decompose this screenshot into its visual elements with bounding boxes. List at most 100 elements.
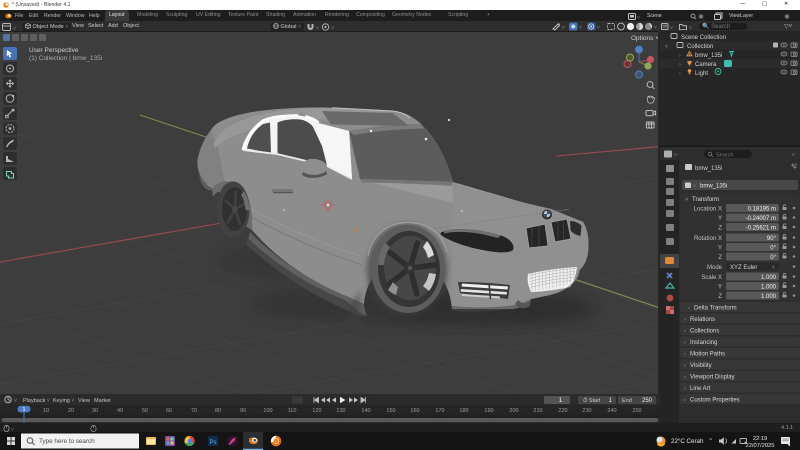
svg-text:›: ›	[684, 398, 686, 404]
svg-text:View: View	[78, 398, 90, 404]
svg-text:˅: ˅	[316, 25, 319, 31]
svg-text:›: ›	[684, 352, 686, 358]
svg-text:22/07/2025: 22/07/2025	[745, 443, 774, 449]
svg-text:Visibility: Visibility	[690, 363, 712, 369]
svg-text:›: ›	[684, 340, 686, 346]
svg-text:›: ›	[684, 317, 686, 323]
svg-text:XYZ Euler: XYZ Euler	[730, 265, 757, 271]
svg-text:190: 190	[484, 408, 493, 414]
svg-text:›: ›	[688, 306, 690, 312]
svg-text:Z: Z	[718, 226, 722, 232]
svg-text:Line Art: Line Art	[690, 386, 711, 392]
svg-text:bmw_135i: bmw_135i	[695, 53, 722, 59]
svg-text:Y: Y	[718, 216, 722, 222]
svg-text:User Perspective: User Perspective	[29, 47, 79, 54]
svg-text:Transform: Transform	[692, 197, 719, 203]
svg-text:Rotation X: Rotation X	[694, 236, 722, 242]
svg-text:30: 30	[92, 408, 98, 414]
svg-text:›: ›	[684, 386, 686, 392]
svg-text:90°: 90°	[767, 236, 777, 242]
svg-text:˅: ˅	[562, 25, 565, 31]
svg-text:⌃: ⌃	[708, 437, 713, 445]
svg-text:Custom Properties: Custom Properties	[690, 398, 740, 404]
svg-text:Motion Paths: Motion Paths	[690, 352, 725, 358]
svg-text:10: 10	[43, 408, 49, 414]
svg-text:Instancing: Instancing	[690, 340, 717, 346]
svg-text:22:19: 22:19	[753, 436, 768, 442]
svg-text:250: 250	[642, 398, 653, 404]
svg-text:Location X: Location X	[694, 207, 722, 213]
svg-text:200: 200	[509, 408, 518, 414]
svg-text:250: 250	[632, 408, 641, 414]
svg-text:˅: ˅	[772, 265, 775, 271]
svg-text:0°: 0°	[770, 255, 776, 261]
svg-text:70: 70	[191, 408, 197, 414]
svg-text:bmw_135i: bmw_135i	[700, 184, 727, 190]
svg-text:End: End	[622, 398, 632, 404]
svg-text:Y: Y	[718, 246, 722, 252]
svg-text:˅: ˅	[11, 427, 14, 432]
svg-text:Light: Light	[695, 71, 708, 77]
svg-text:1.000: 1.000	[761, 275, 777, 281]
svg-text:140: 140	[361, 408, 370, 414]
svg-text:Viewport Display: Viewport Display	[690, 375, 735, 381]
svg-text:˅: ˅	[331, 25, 334, 31]
svg-text:40: 40	[117, 408, 123, 414]
svg-text:˅: ˅	[654, 25, 657, 31]
svg-text:60: 60	[166, 408, 172, 414]
svg-text:0.18195 m: 0.18195 m	[748, 207, 776, 213]
svg-text:›: ›	[684, 375, 686, 381]
svg-text:240: 240	[607, 408, 616, 414]
svg-text:220: 220	[558, 408, 567, 414]
svg-text:50: 50	[142, 408, 148, 414]
svg-text:˅: ˅	[637, 15, 640, 20]
svg-text:180: 180	[459, 408, 468, 414]
svg-text:Playback ˅: Playback ˅	[23, 398, 50, 404]
svg-text:1: 1	[22, 407, 25, 413]
svg-text:⏱ Start: ⏱ Start	[583, 397, 601, 404]
svg-text:›: ›	[684, 363, 686, 369]
svg-text:80: 80	[215, 408, 221, 414]
svg-text:Z: Z	[718, 255, 722, 261]
svg-text:˅: ˅	[579, 25, 582, 31]
svg-text:110: 110	[288, 408, 297, 414]
svg-text:90: 90	[240, 408, 246, 414]
svg-text:1.000: 1.000	[761, 294, 777, 300]
svg-text:Mode: Mode	[707, 265, 723, 271]
svg-text:22°C Cerah: 22°C Cerah	[671, 438, 704, 445]
svg-text:-0.24007 m: -0.24007 m	[746, 216, 776, 222]
svg-text:-0.25621 m: -0.25621 m	[746, 226, 776, 232]
svg-text:›: ›	[684, 329, 686, 335]
svg-text:˅: ˅	[665, 44, 668, 50]
svg-text:0°: 0°	[770, 246, 776, 252]
svg-text:Z: Z	[718, 294, 722, 300]
svg-text:˅: ˅	[13, 26, 16, 31]
svg-text:20: 20	[68, 408, 74, 414]
svg-text:˅: ˅	[14, 398, 17, 404]
svg-text:Type here to search: Type here to search	[39, 438, 95, 445]
svg-text:˅: ˅	[674, 153, 677, 159]
svg-text:˅: ˅	[689, 26, 692, 31]
svg-text:Collections: Collections	[690, 329, 719, 335]
svg-text:Scale X: Scale X	[701, 275, 722, 281]
svg-text:170: 170	[435, 408, 444, 414]
svg-text:Delta Transform: Delta Transform	[694, 306, 737, 312]
svg-text:˅: ˅	[670, 26, 673, 31]
svg-text:bmw_135i: bmw_135i	[695, 166, 722, 172]
svg-text:230: 230	[582, 408, 591, 414]
svg-text:120: 120	[312, 408, 321, 414]
svg-text:Search: Search	[716, 153, 733, 159]
svg-text:˅: ˅	[597, 25, 600, 31]
svg-text:Ps: Ps	[210, 440, 217, 446]
svg-text:1.000: 1.000	[761, 285, 777, 291]
svg-text:Keying ˅: Keying ˅	[53, 398, 74, 404]
svg-text:150: 150	[386, 408, 395, 414]
svg-text:Relations: Relations	[690, 317, 715, 323]
svg-text:Scene Collection: Scene Collection	[681, 35, 726, 41]
svg-text:˅: ˅	[792, 153, 795, 159]
svg-text:(1) Collection | bmw_135i: (1) Collection | bmw_135i	[29, 55, 102, 62]
svg-text:210: 210	[533, 408, 542, 414]
svg-text:Camera: Camera	[695, 62, 717, 68]
svg-text:160: 160	[410, 408, 419, 414]
svg-text:˅: ˅	[685, 197, 688, 203]
